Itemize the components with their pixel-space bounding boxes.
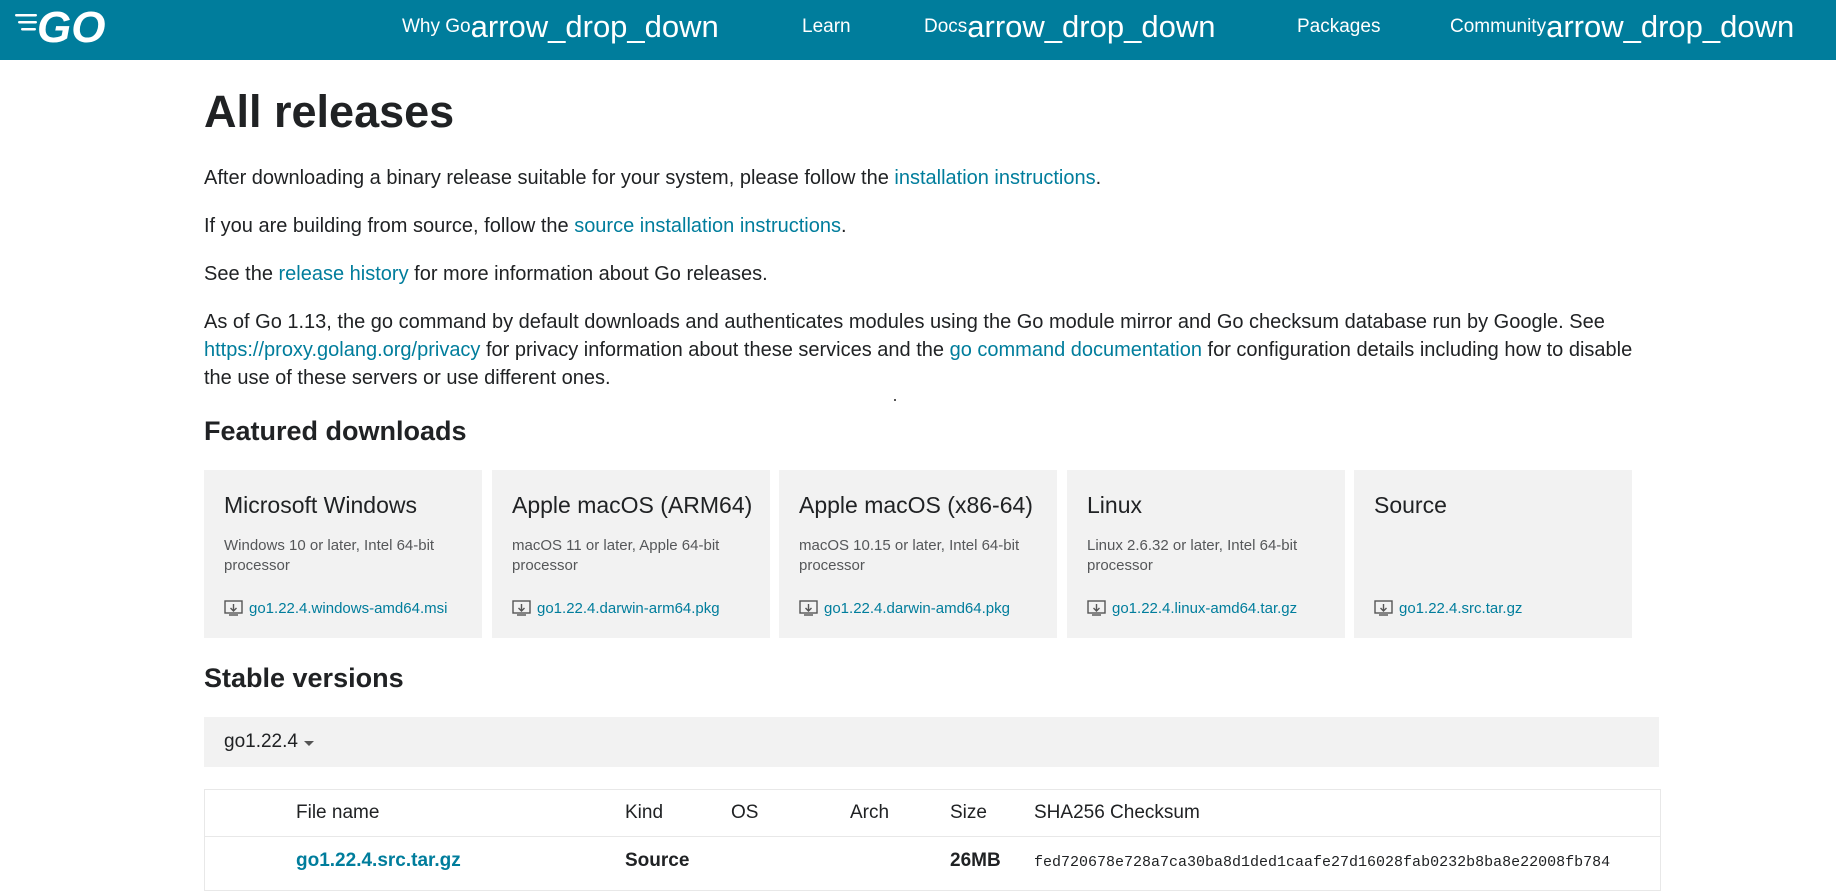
version-toggle[interactable]: go1.22.4	[224, 717, 314, 767]
download-icon	[1374, 600, 1393, 616]
row-size: 26MB	[950, 850, 1001, 871]
nav-packages[interactable]: Packages	[1297, 0, 1380, 53]
community-dropdown-icon: arrow_drop_down	[1546, 9, 1795, 44]
nav-packages-label: Packages	[1297, 15, 1381, 37]
download-icon	[224, 600, 243, 616]
download-filename: go1.22.4.darwin-amd64.pkg	[824, 600, 1010, 617]
intro-paragraph-source: If you are building from source, follow …	[204, 212, 1664, 240]
download-filename: go1.22.4.src.tar.gz	[1399, 600, 1523, 617]
docs-dropdown-icon: arrow_drop_down	[967, 9, 1216, 44]
source-installation-instructions-link[interactable]: source installation instructions	[574, 215, 841, 237]
column-header-arch: Arch	[850, 802, 890, 823]
download-link[interactable]: go1.22.4.windows-amd64.msi	[224, 600, 447, 617]
download-filename: go1.22.4.windows-amd64.msi	[249, 600, 448, 617]
nav-learn[interactable]: Learn	[802, 0, 851, 53]
download-card-source[interactable]: Source go1.22.4.src.tar.gz	[1354, 470, 1632, 638]
row-checksum: fed720678e728a7ca30ba8d1ded1caafe27d1602…	[1034, 854, 1611, 871]
page-title: All releases	[204, 86, 455, 137]
nav-why-go[interactable]: Why Go arrow_drop_down	[402, 0, 719, 53]
featured-downloads-heading: Featured downloads	[204, 416, 467, 446]
download-card-linux[interactable]: Linux Linux 2.6.32 or later, Intel 64-bi…	[1067, 470, 1345, 638]
column-header-kind: Kind	[625, 802, 664, 823]
text: As of Go 1.13, the go command by default…	[204, 311, 1605, 333]
download-link[interactable]: go1.22.4.darwin-arm64.pkg	[512, 600, 720, 617]
nav-docs-label: Docs	[924, 15, 968, 37]
why-go-dropdown-icon: arrow_drop_down	[470, 9, 719, 44]
card-description: Windows 10 or later, Intel 64-bit proces…	[224, 537, 435, 574]
download-link[interactable]: go1.22.4.src.tar.gz	[1374, 600, 1522, 617]
card-description: macOS 11 or later, Apple 64-bit processo…	[512, 537, 720, 574]
download-card-macos-arm64[interactable]: Apple macOS (ARM64) macOS 11 or later, A…	[492, 470, 770, 638]
proxy-privacy-link[interactable]: https://proxy.golang.org/privacy	[204, 339, 480, 361]
go-command-documentation-link[interactable]: go command documentation	[950, 339, 1202, 361]
intro-paragraph-install: After downloading a binary release suita…	[204, 164, 1664, 192]
row-kind: Source	[625, 850, 690, 871]
version-expander: go1.22.4	[204, 717, 1659, 767]
download-link[interactable]: go1.22.4.darwin-amd64.pkg	[799, 600, 1010, 617]
stable-versions-heading: Stable versions	[204, 663, 404, 693]
row-file-link[interactable]: go1.22.4.src.tar.gz	[296, 850, 461, 872]
card-title: Apple macOS (x86-64)	[799, 492, 1033, 518]
release-history-link[interactable]: release history	[279, 263, 409, 285]
nav-community[interactable]: Community arrow_drop_down	[1450, 0, 1794, 53]
text: See the	[204, 263, 279, 285]
nav-why-go-label: Why Go	[402, 15, 471, 37]
installation-instructions-link[interactable]: installation instructions	[894, 167, 1095, 189]
top-navigation-bar: GO Why Go arrow_drop_down Learn Docs arrow…	[0, 0, 1836, 60]
card-description: Linux 2.6.32 or later, Intel 64-bit proc…	[1087, 537, 1298, 574]
nav-learn-label: Learn	[802, 15, 851, 37]
card-title: Microsoft Windows	[224, 492, 417, 518]
column-header-size: Size	[950, 802, 987, 823]
svg-text:GO: GO	[37, 4, 105, 48]
card-title: Source	[1374, 492, 1447, 518]
card-description: macOS 10.15 or later, Intel 64-bit proce…	[799, 537, 1020, 574]
column-header-checksum: SHA256 Checksum	[1034, 802, 1200, 823]
text: .	[1095, 167, 1102, 189]
header-divider	[205, 836, 1660, 837]
download-card-macos-x86[interactable]: Apple macOS (x86-64) macOS 10.15 or late…	[779, 470, 1057, 638]
text: After downloading a binary release suita…	[204, 167, 895, 189]
column-header-os: OS	[731, 802, 759, 823]
download-card-windows[interactable]: Microsoft Windows Windows 10 or later, I…	[204, 470, 482, 638]
intro-paragraph-history: See the release history for more informa…	[204, 260, 1664, 288]
download-icon	[799, 600, 818, 616]
version-label: go1.22.4	[224, 731, 298, 752]
go-logo[interactable]: GO	[15, 4, 121, 48]
download-icon	[512, 600, 531, 616]
download-icon	[1087, 600, 1106, 616]
nav-community-label: Community	[1450, 15, 1547, 37]
caret-down-icon	[303, 740, 314, 746]
column-header-file-name: File name	[296, 802, 380, 823]
text: If you are building from source, follow …	[204, 215, 575, 237]
stray-dot	[894, 399, 896, 401]
nav-docs[interactable]: Docs arrow_drop_down	[924, 0, 1215, 53]
text: .	[840, 215, 847, 237]
card-title: Apple macOS (ARM64)	[512, 492, 753, 518]
text: for privacy information about these serv…	[480, 339, 950, 361]
download-filename: go1.22.4.darwin-arm64.pkg	[537, 600, 720, 617]
text: for more information about Go releases.	[408, 263, 768, 285]
download-filename: go1.22.4.linux-amd64.tar.gz	[1112, 600, 1298, 617]
intro-paragraph-modules: As of Go 1.13, the go command by default…	[204, 308, 1664, 392]
card-title: Linux	[1087, 492, 1142, 518]
download-link[interactable]: go1.22.4.linux-amd64.tar.gz	[1087, 600, 1297, 617]
